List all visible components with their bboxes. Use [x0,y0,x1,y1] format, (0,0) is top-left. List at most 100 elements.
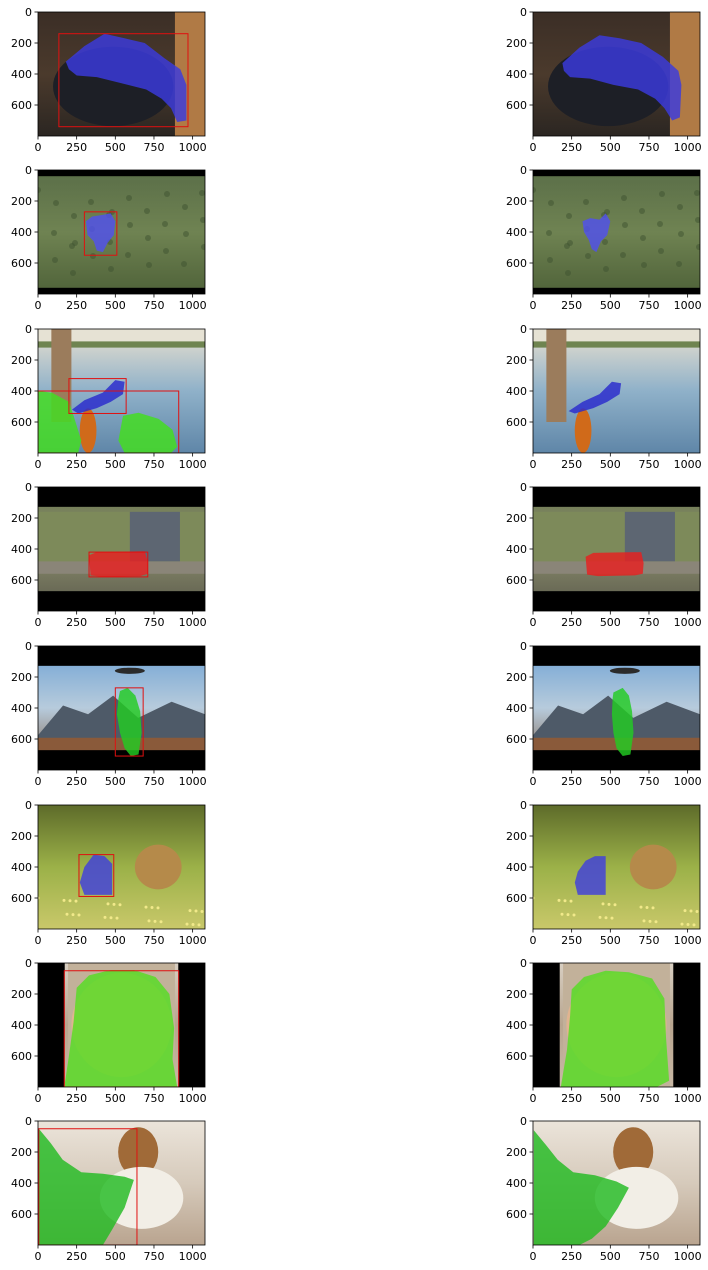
y-tick-label: 200 [506,37,527,50]
y-tick-label: 200 [506,512,527,525]
x-tick-label: 500 [105,141,126,154]
y-tick-label: 0 [25,957,32,970]
x-tick-label: 500 [600,616,621,629]
x-tick-label: 500 [600,458,621,471]
x-tick-label: 750 [143,299,164,312]
y-tick-label: 200 [11,195,32,208]
x-tick-label: 250 [66,299,87,312]
x-tick-label: 500 [600,1092,621,1105]
x-tick-label: 250 [66,616,87,629]
y-tick-label: 0 [520,323,527,336]
y-tick-label: 200 [11,671,32,684]
panel-r6-c1: 0 250 500 750 1000 0 200 400 600 [506,957,702,1105]
panel-r3-c1: 0 250 500 750 1000 0 200 400 600 [506,481,702,629]
panel-r7-c0: 0 250 500 750 1000 0 200 400 600 [11,1115,207,1263]
panel-r0-c1: 0 250 500 750 1000 0 200 400 600 [506,6,702,154]
y-tick-label: 600 [11,99,32,112]
x-tick-label: 1000 [179,934,207,947]
x-tick-label: 250 [66,141,87,154]
y-tick-label: 0 [520,799,527,812]
x-tick-label: 500 [105,775,126,788]
y-tick-label: 0 [520,6,527,19]
x-tick-label: 750 [143,934,164,947]
x-tick-label: 500 [105,934,126,947]
y-tick-label: 600 [506,257,527,270]
x-tick-label: 0 [35,616,42,629]
y-tick-label: 200 [506,671,527,684]
x-tick-label: 750 [143,458,164,471]
y-tick-label: 0 [25,481,32,494]
x-tick-label: 500 [600,299,621,312]
x-tick-label: 0 [35,299,42,312]
y-tick-label: 400 [506,1019,527,1032]
y-tick-label: 400 [11,543,32,556]
x-tick-label: 0 [530,775,537,788]
x-tick-label: 750 [143,1092,164,1105]
x-tick-label: 500 [105,1092,126,1105]
x-tick-label: 0 [35,1092,42,1105]
x-tick-label: 750 [638,299,659,312]
x-tick-label: 250 [66,934,87,947]
scene-image [533,1121,700,1245]
x-tick-label: 750 [143,775,164,788]
segmentation-mask [585,552,644,577]
x-tick-label: 250 [561,1092,582,1105]
y-tick-label: 400 [11,226,32,239]
y-tick-label: 400 [506,1177,527,1190]
y-tick-label: 0 [520,957,527,970]
y-tick-label: 200 [11,512,32,525]
x-tick-label: 1000 [674,141,702,154]
y-tick-label: 400 [506,702,527,715]
x-tick-label: 250 [561,775,582,788]
x-tick-label: 250 [66,775,87,788]
y-tick-label: 0 [520,1115,527,1128]
panel-r2-c0: 0 250 500 750 1000 0 200 400 600 [11,323,207,471]
y-tick-label: 600 [506,574,527,587]
y-tick-label: 400 [506,543,527,556]
x-tick-label: 750 [143,616,164,629]
x-tick-label: 500 [600,1250,621,1263]
y-tick-label: 0 [520,481,527,494]
y-tick-label: 200 [506,195,527,208]
x-tick-label: 500 [600,934,621,947]
x-tick-label: 0 [35,458,42,471]
x-tick-label: 0 [35,775,42,788]
segmentation-mask [560,970,670,1087]
x-tick-label: 0 [530,299,537,312]
scene-image [38,805,205,929]
x-tick-label: 1000 [179,141,207,154]
scene-image [533,805,700,929]
y-tick-label: 600 [11,892,32,905]
x-tick-label: 750 [143,1250,164,1263]
x-tick-label: 250 [561,1250,582,1263]
y-tick-label: 200 [506,1146,527,1159]
x-tick-label: 0 [530,1092,537,1105]
x-tick-label: 0 [530,141,537,154]
x-tick-label: 1000 [179,299,207,312]
panel-r3-c0: 0 250 500 750 1000 0 200 400 600 [11,481,207,629]
y-tick-label: 0 [25,323,32,336]
scene-image [533,963,700,1087]
panel-r4-c1: 0 250 500 750 1000 0 200 400 600 [506,640,702,788]
x-tick-label: 0 [530,934,537,947]
comparison-figure: 0 250 500 750 1000 0 200 400 600 0 250 500 750 1000 0 2… [11,6,702,1263]
y-tick-label: 200 [506,830,527,843]
y-tick-label: 0 [25,799,32,812]
x-tick-label: 0 [35,934,42,947]
x-tick-label: 500 [600,775,621,788]
y-tick-label: 0 [25,1115,32,1128]
y-tick-label: 600 [506,1050,527,1063]
y-tick-label: 0 [25,164,32,177]
scene-image [38,963,205,1087]
scene-image [533,329,700,453]
panel-r1-c0: 0 250 500 750 1000 0 200 400 600 [11,164,207,312]
x-tick-label: 1000 [674,934,702,947]
y-tick-label: 600 [506,892,527,905]
x-tick-label: 1000 [179,1092,207,1105]
y-tick-label: 600 [11,574,32,587]
x-tick-label: 500 [105,1250,126,1263]
scene-image [533,487,700,611]
scene-image [533,170,700,294]
y-tick-label: 600 [506,1208,527,1221]
y-tick-label: 400 [11,861,32,874]
